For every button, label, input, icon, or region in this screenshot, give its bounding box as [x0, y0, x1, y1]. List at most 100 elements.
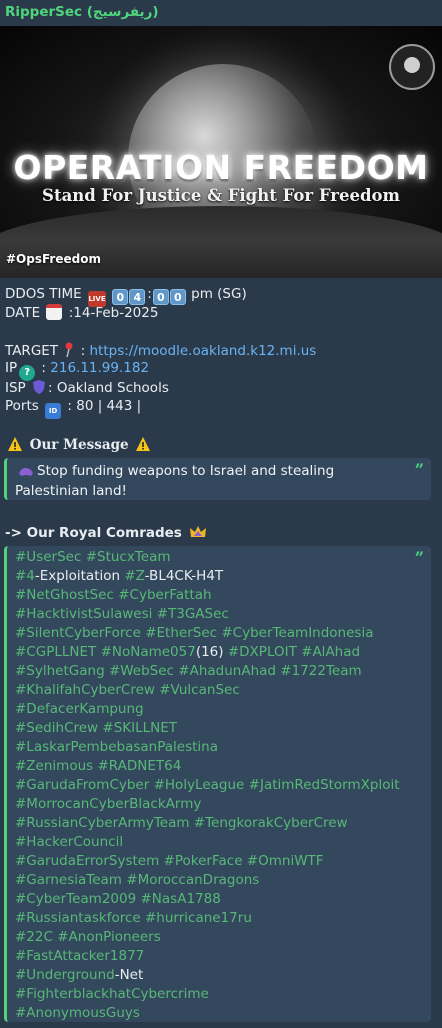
comrade-line: #AnonymousGuys: [15, 1004, 407, 1023]
comrade-line: #FighterblackhatCybercrime: [15, 985, 407, 1004]
comrade-line: #DefacerKampung: [15, 700, 407, 719]
hashtag-link[interactable]: #GarudaFromCyber: [15, 777, 149, 793]
isp-label: ISP: [5, 380, 26, 396]
hashtag-link[interactable]: #MoroccanDragons: [126, 872, 259, 888]
time-digit: 0: [152, 289, 169, 305]
hashtag-link[interactable]: #NoName057: [101, 644, 196, 660]
date-label: DATE: [5, 305, 41, 321]
ip-label: IP: [5, 360, 18, 376]
hashtag-link[interactable]: #AnonymousGuys: [15, 1005, 140, 1021]
date-line: DATE :14-Feb-2025: [5, 304, 158, 321]
hashtag-link[interactable]: #KhalifahCyberCrew: [15, 682, 155, 698]
flexed-arm-icon: [17, 464, 35, 480]
banner-subtitle: Stand For Justice & Fight For Freedom: [42, 186, 400, 205]
hashtag-link[interactable]: #VulcanSec: [159, 682, 240, 698]
hashtag-link[interactable]: #SylhetGang: [15, 663, 105, 679]
hashtag-link[interactable]: #GarnesiaTeam: [15, 872, 122, 888]
banner-image[interactable]: OPERATION FREEDOM Stand For Justice & Fi…: [0, 26, 442, 278]
hashtag-link[interactable]: #CyberTeam2009: [15, 891, 136, 907]
hashtag-link[interactable]: #AnonPioneers: [57, 929, 161, 945]
hashtag-link[interactable]: #CyberFattah: [118, 587, 211, 603]
hashtag-link[interactable]: #OmniWTF: [247, 853, 324, 869]
hashtag-link[interactable]: #JatimRedStormXploit: [249, 777, 400, 793]
hashtag-link[interactable]: #PokerFace: [164, 853, 243, 869]
comrade-text: -Net: [114, 967, 144, 983]
hashtag-link[interactable]: #Zenimous: [15, 758, 93, 774]
hashtag-link[interactable]: #SKILLNET: [102, 720, 177, 736]
message-bubble: RipperSec (ريفرسيج) OPERATION FREEDOM St…: [0, 0, 442, 1028]
warning-icon: [7, 436, 23, 452]
comrade-text: -BL4CK-H4T: [144, 568, 224, 584]
hashtag-link[interactable]: #FastAttacker1877: [15, 948, 144, 964]
comrade-line: #GarnesiaTeam #MoroccanDragons: [15, 871, 407, 890]
target-label: TARGET: [5, 343, 59, 359]
hashtag-link[interactable]: #GarudaErrorSystem: [15, 853, 159, 869]
ports-line: Ports ID : 80 | 443 |: [5, 398, 141, 419]
hashtag-link[interactable]: #FighterblackhatCybercrime: [15, 986, 209, 1002]
comrade-line: #NetGhostSec #CyberFattah: [15, 586, 407, 605]
target-line: TARGET : https://moodle.oakland.k12.mi.u…: [5, 342, 317, 359]
time-digit: 0: [112, 289, 129, 305]
hashtag-link[interactable]: #HackerCouncil: [15, 834, 123, 850]
hashtag-link[interactable]: #AhadunAhad: [178, 663, 276, 679]
target-url-link[interactable]: https://moodle.oakland.k12.mi.us: [90, 343, 317, 359]
hashtag-link[interactable]: #SilentCyberForce: [15, 625, 141, 641]
hashtag-link[interactable]: #DefacerKampung: [15, 701, 144, 717]
hashtag-link[interactable]: #CGPLLNET: [15, 644, 96, 660]
hashtag-link[interactable]: #WebSec: [109, 663, 174, 679]
hashtag-link[interactable]: #StucxTeam: [86, 549, 171, 565]
calendar-icon: [46, 304, 63, 320]
comrade-line: #FastAttacker1877: [15, 947, 407, 966]
hashtag-link[interactable]: #RussianCyberArmyTeam: [15, 815, 190, 831]
comrades-heading: -> Our Royal Comrades: [5, 524, 209, 541]
hashtag-link[interactable]: #NetGhostSec: [15, 587, 114, 603]
ip-link[interactable]: 216.11.99.182: [50, 360, 149, 376]
pushpin-icon: [64, 342, 74, 358]
message-text: Stop funding weapons to Israel and steal…: [15, 463, 335, 499]
hashtag-link[interactable]: #22C: [15, 929, 53, 945]
hashtag-link[interactable]: #4: [15, 568, 35, 584]
comrades-list: #UserSec #StucxTeam #4-Exploitation #Z-BL…: [15, 548, 407, 1021]
hashtag-link[interactable]: #EtherSec: [145, 625, 217, 641]
hashtag-link[interactable]: #CyberTeamIndonesia: [221, 625, 373, 641]
comrade-line: #HackerCouncil: [15, 833, 407, 852]
hashtag-link[interactable]: #AlAhad: [301, 644, 360, 660]
hashtag-link[interactable]: #Russiantaskforce: [15, 910, 141, 926]
hashtag-link[interactable]: #UserSec: [15, 549, 81, 565]
hashtag-link[interactable]: #RADNET64: [97, 758, 181, 774]
hashtag-link[interactable]: #HolyLeague: [154, 777, 245, 793]
comrade-line: #KhalifahCyberCrew #VulcanSec: [15, 681, 407, 700]
comrade-line: #SilentCyberForce #EtherSec #CyberTeamIn…: [15, 624, 407, 643]
hashtag-link[interactable]: #DXPLOIT: [228, 644, 297, 660]
comrade-line: #Zenimous #RADNET64: [15, 757, 407, 776]
channel-name[interactable]: RipperSec (ريفرسيج): [5, 4, 159, 20]
hashtag-link[interactable]: #1722Team: [280, 663, 361, 679]
message-quote: ” Stop funding weapons to Israel and ste…: [4, 458, 431, 500]
time-digit: 4: [129, 289, 146, 305]
ports-label: Ports: [5, 398, 39, 414]
hashtag-link[interactable]: #TengkorakCyberCrew: [194, 815, 348, 831]
hashtag-link[interactable]: #HacktivistSulawesi: [15, 606, 152, 622]
id-button-icon: ID: [45, 403, 62, 419]
comrades-heading-text: -> Our Royal Comrades: [5, 525, 182, 541]
date-value: :14-Feb-2025: [68, 305, 159, 321]
skull-logo: [389, 44, 435, 90]
comrade-line: #HacktivistSulawesi #T3GASec: [15, 605, 407, 624]
isp-line: ISP : Oakland Schools: [5, 379, 169, 396]
hashtag-link[interactable]: #hurricane17ru: [145, 910, 252, 926]
hashtag-link[interactable]: #LaskarPembebasanPalestina: [15, 739, 218, 755]
hashtag-link[interactable]: #T3GASec: [157, 606, 229, 622]
hashtag-link[interactable]: #SedihCrew: [15, 720, 98, 736]
ddos-label: DDOS TIME: [5, 286, 82, 302]
warning-icon: [135, 436, 151, 452]
hashtag-link[interactable]: #Underground: [15, 967, 115, 983]
banner-title: OPERATION FREEDOM: [13, 148, 429, 187]
comrade-line: #22C #AnonPioneers: [15, 928, 407, 947]
hashtag-link[interactable]: #MorrocanCyberBlackArmy: [15, 796, 201, 812]
comrade-text: (16): [195, 644, 228, 660]
comrade-line: #RussianCyberArmyTeam #TengkorakCyberCre…: [15, 814, 407, 833]
time-digit: 0: [169, 289, 186, 305]
hashtag-link[interactable]: #NasA1788: [141, 891, 221, 907]
hashtag-link[interactable]: #Z: [124, 568, 144, 584]
crown-icon: [189, 524, 207, 540]
